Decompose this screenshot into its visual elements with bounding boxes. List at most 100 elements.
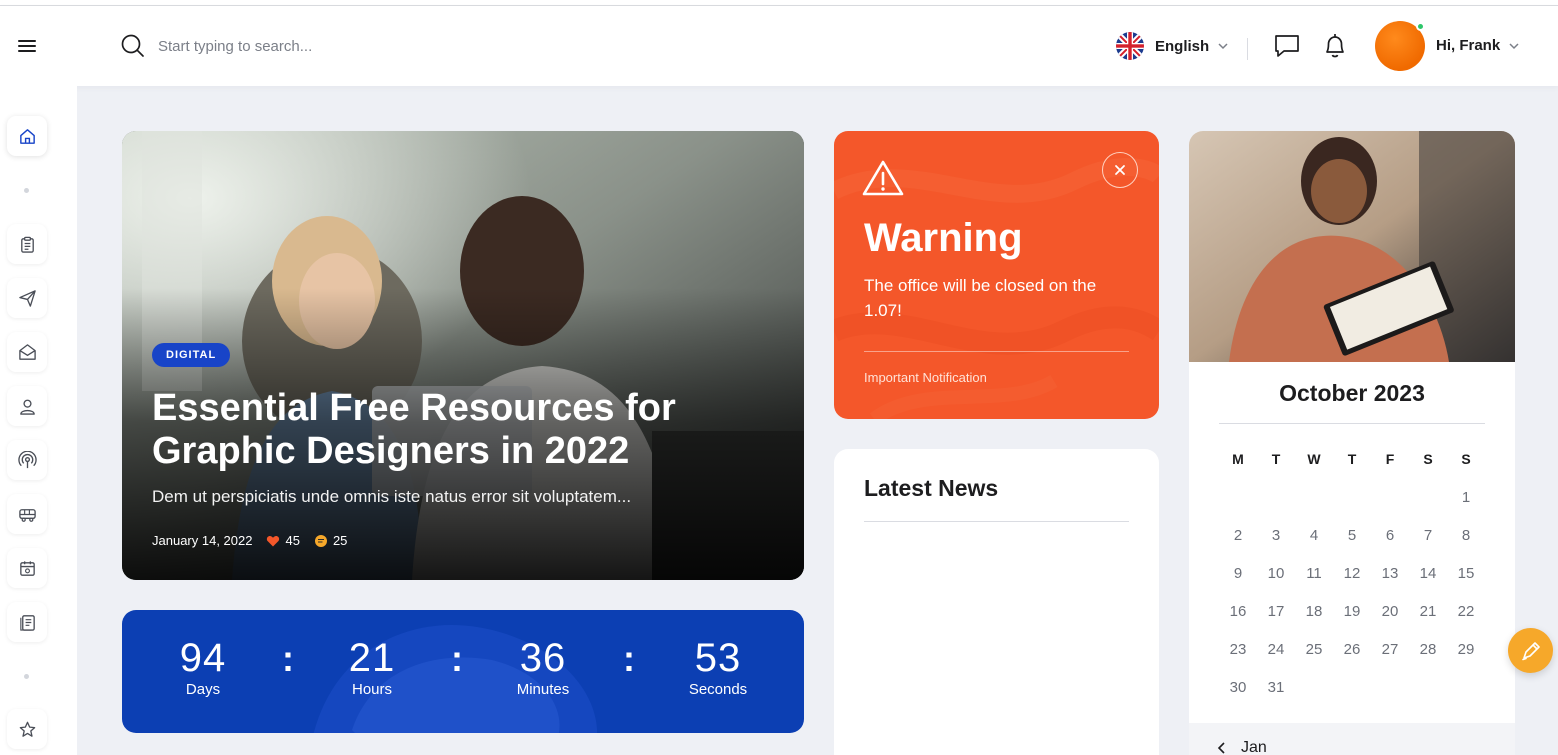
calendar-day[interactable]: 25 xyxy=(1299,641,1329,658)
countdown-separator: : xyxy=(451,638,463,679)
user-name: Frank xyxy=(1459,37,1501,54)
countdown-value: 94 xyxy=(179,636,227,680)
comments-counter[interactable]: 25 xyxy=(314,533,347,548)
category-badge[interactable]: DIGITAL xyxy=(152,343,231,367)
close-button[interactable] xyxy=(1102,152,1138,188)
article-title[interactable]: Essential Free Resources for Graphic Des… xyxy=(152,387,772,473)
home-icon xyxy=(19,128,35,144)
sidebar xyxy=(0,86,77,755)
weekday-header: S xyxy=(1423,451,1433,467)
countdown-label: Days xyxy=(185,681,221,698)
search-input[interactable] xyxy=(158,34,558,58)
calendar-day[interactable]: 9 xyxy=(1223,565,1253,582)
latest-news-card: Latest News xyxy=(834,449,1159,755)
uk-flag-icon xyxy=(1116,32,1144,60)
calendar-day[interactable]: 24 xyxy=(1261,641,1291,658)
calendar-day[interactable]: 12 xyxy=(1337,565,1367,582)
chat-icon[interactable] xyxy=(1273,32,1301,60)
calendar-day[interactable]: 4 xyxy=(1299,527,1329,544)
podcast-icon xyxy=(17,450,37,468)
calendar-day[interactable]: 22 xyxy=(1451,603,1481,620)
calendar-day[interactable]: 8 xyxy=(1451,527,1481,544)
calendar-day[interactable]: 11 xyxy=(1299,565,1329,582)
language-selector[interactable]: English xyxy=(1116,31,1229,61)
customize-button[interactable] xyxy=(1508,628,1553,673)
weekday-header: M xyxy=(1232,451,1244,467)
calendar-icon xyxy=(19,560,35,576)
chevron-left-icon[interactable] xyxy=(1215,741,1229,755)
calendar-day[interactable]: 27 xyxy=(1375,641,1405,658)
comment-icon xyxy=(314,534,327,547)
countdown-label: Hours xyxy=(351,681,392,698)
calendar-header-photo xyxy=(1189,131,1515,362)
calendar-day[interactable]: 26 xyxy=(1337,641,1367,658)
calendar-day[interactable]: 5 xyxy=(1337,527,1367,544)
countdown-days: 94 Days xyxy=(143,636,263,698)
top-header: English Hi, Frank xyxy=(0,6,1558,86)
calendar-day[interactable]: 15 xyxy=(1451,565,1481,582)
calendar-day[interactable]: 23 xyxy=(1223,641,1253,658)
calendar-day[interactable]: 21 xyxy=(1413,603,1443,620)
calendar-footer xyxy=(1189,723,1515,755)
chevron-down-icon xyxy=(1218,43,1228,50)
calendar-day[interactable]: 1 xyxy=(1451,489,1481,506)
calendar-day[interactable]: 19 xyxy=(1337,603,1367,620)
shuttle-icon xyxy=(18,508,36,522)
calendar-day[interactable]: 30 xyxy=(1223,679,1253,696)
sidebar-item-tasks[interactable] xyxy=(7,224,47,264)
calendar-day[interactable]: 28 xyxy=(1413,641,1443,658)
hamburger-line xyxy=(18,45,36,47)
send-icon xyxy=(18,289,36,307)
sidebar-item-podcast[interactable] xyxy=(7,440,47,480)
calendar-day[interactable]: 2 xyxy=(1223,527,1253,544)
sidebar-separator-dot xyxy=(24,188,29,193)
warning-title: Warning xyxy=(864,216,1023,260)
sidebar-item-profile[interactable] xyxy=(7,386,47,426)
sidebar-item-home[interactable] xyxy=(7,116,47,156)
calendar-day[interactable]: 17 xyxy=(1261,603,1291,620)
countdown-value: 53 xyxy=(694,636,742,680)
user-menu[interactable]: Hi, Frank xyxy=(1436,37,1520,54)
calendar-day[interactable]: 20 xyxy=(1375,603,1405,620)
article-meta: January 14, 2022 45 25 xyxy=(152,533,361,548)
sidebar-item-favorites[interactable] xyxy=(7,709,47,749)
calendar-day[interactable]: 16 xyxy=(1223,603,1253,620)
weekday-header: T xyxy=(1271,451,1281,467)
bell-icon[interactable] xyxy=(1322,32,1348,60)
warning-message: The office will be closed on the 1.07! xyxy=(864,276,1097,320)
menu-toggle-button[interactable] xyxy=(18,40,36,54)
countdown-label: Minutes xyxy=(516,681,570,698)
featured-article-card[interactable]: DIGITAL Essential Free Resources for Gra… xyxy=(122,131,804,580)
calendar-day[interactable]: 29 xyxy=(1451,641,1481,658)
star-icon xyxy=(19,721,35,737)
calendar-day[interactable]: 13 xyxy=(1375,565,1405,582)
likes-counter[interactable]: 45 xyxy=(266,533,300,548)
sidebar-item-calendar[interactable] xyxy=(7,548,47,588)
weekday-header: F xyxy=(1385,451,1395,467)
countdown-card: 94 Days : 21 Hours : 36 Minutes : 53 Sec… xyxy=(122,610,804,733)
warning-card: Warning The office will be closed on the… xyxy=(834,131,1159,419)
calendar-day[interactable]: 14 xyxy=(1413,565,1443,582)
countdown-minutes: 36 Minutes xyxy=(483,636,603,698)
countdown-seconds: 53 Seconds xyxy=(658,636,778,698)
sidebar-item-documents[interactable] xyxy=(7,602,47,642)
calendar-day[interactable]: 18 xyxy=(1299,603,1329,620)
warning-triangle-icon xyxy=(862,160,904,196)
countdown-value: 21 xyxy=(348,636,396,680)
sidebar-item-mail[interactable] xyxy=(7,332,47,372)
comments-count: 25 xyxy=(332,533,348,548)
hamburger-line xyxy=(18,50,36,52)
hamburger-line xyxy=(18,40,36,42)
calendar-day[interactable]: 31 xyxy=(1261,679,1291,696)
sidebar-item-transport[interactable] xyxy=(7,494,47,534)
calendar-day[interactable]: 6 xyxy=(1375,527,1405,544)
chevron-down-icon xyxy=(1509,42,1519,49)
clipboard-icon xyxy=(20,236,34,253)
search-icon[interactable] xyxy=(120,33,146,59)
sidebar-item-send[interactable] xyxy=(7,278,47,318)
calendar-day[interactable]: 7 xyxy=(1413,527,1443,544)
heart-icon xyxy=(267,535,280,546)
calendar-day[interactable]: 3 xyxy=(1261,527,1291,544)
calendar-nav-month[interactable]: Jan xyxy=(1241,739,1267,755)
calendar-day[interactable]: 10 xyxy=(1261,565,1291,582)
